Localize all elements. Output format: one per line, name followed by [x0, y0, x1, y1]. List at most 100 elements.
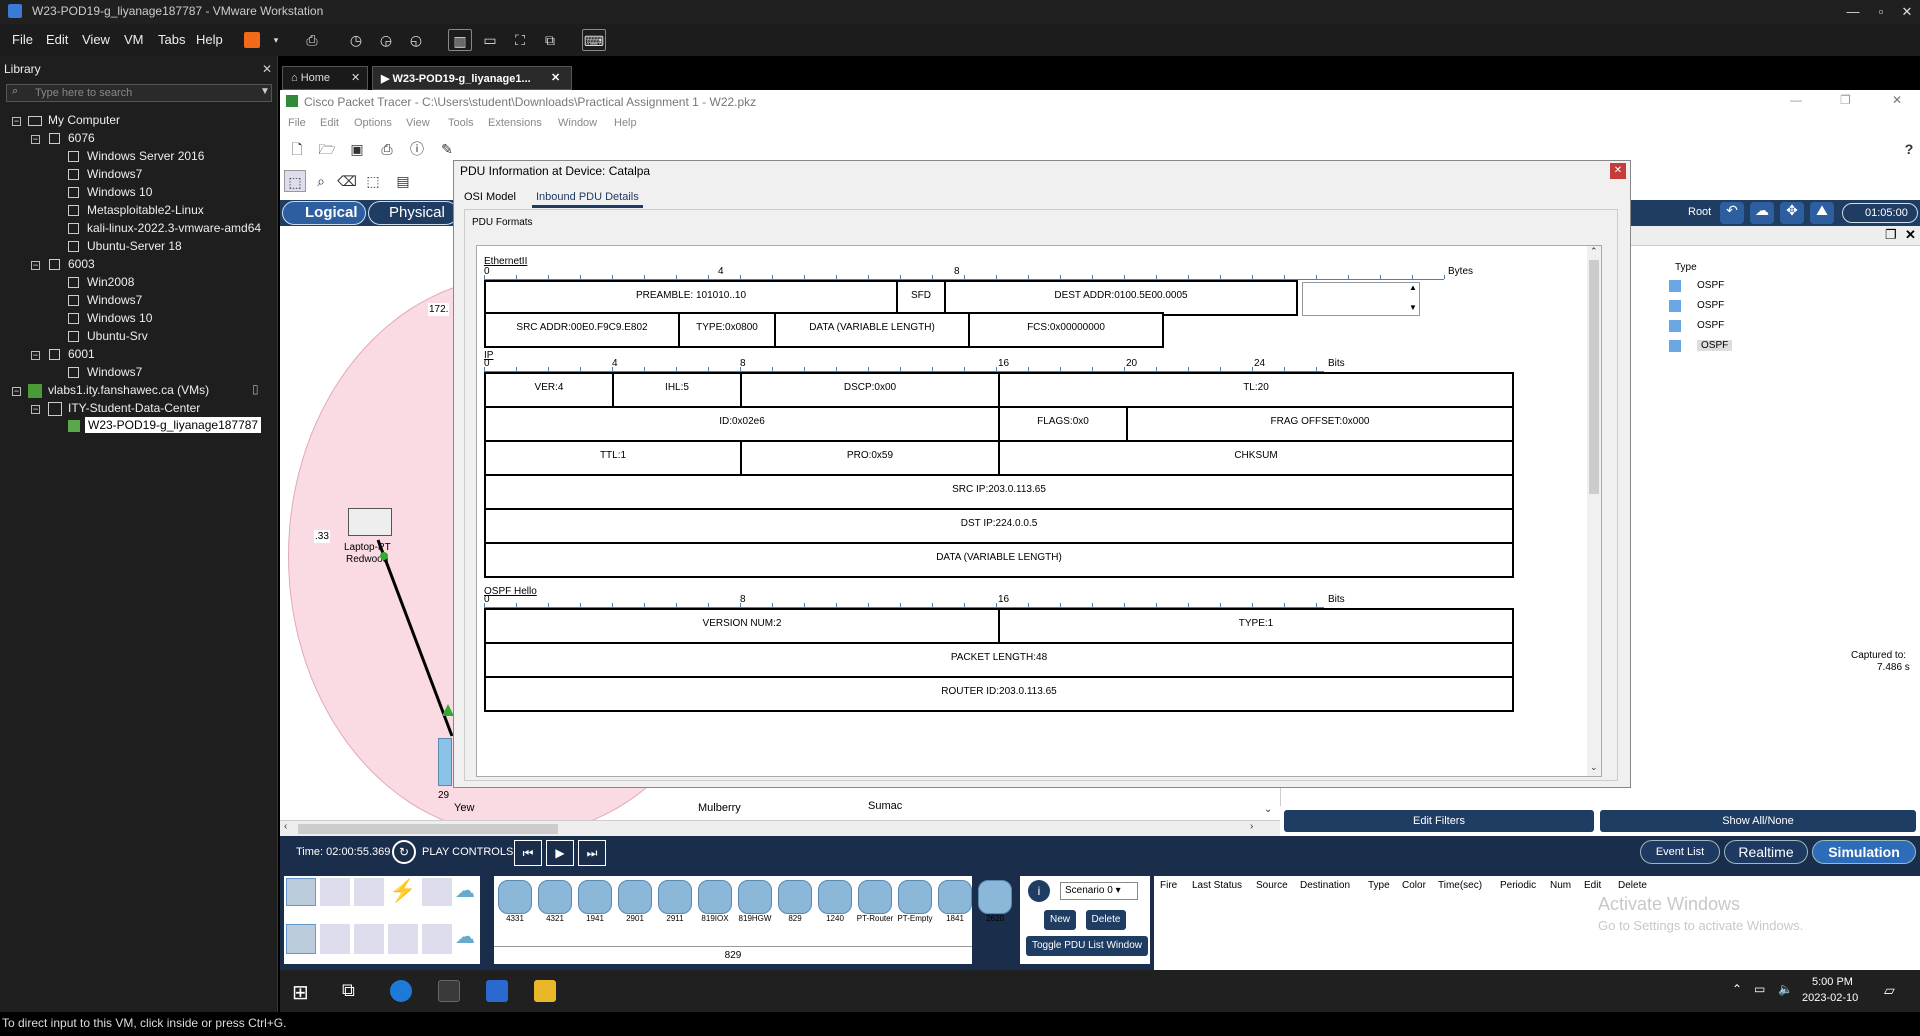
scroll-thumb[interactable]	[1589, 260, 1599, 494]
tree-vm[interactable]: Win2008	[87, 275, 134, 289]
show-library-icon[interactable]: ▥	[448, 29, 472, 51]
tray-time[interactable]: 5:00 PM	[1812, 976, 1853, 988]
collapse-toggle-icon[interactable]: −	[31, 261, 40, 270]
collapse-toggle-icon[interactable]: −	[31, 135, 40, 144]
collapse-toggle-icon[interactable]: −	[12, 387, 21, 396]
snapshot-icon[interactable]: ◷	[344, 29, 368, 51]
task-view-icon[interactable]: ⧉	[342, 980, 355, 1001]
pt-minimize-button[interactable]: —	[1790, 93, 1802, 107]
menu-vm[interactable]: VM	[124, 32, 144, 47]
unity-icon[interactable]: ⧉	[538, 29, 562, 51]
collapse-toggle-icon[interactable]: −	[31, 405, 40, 414]
edit-filters-button[interactable]: Edit Filters	[1284, 810, 1594, 832]
device-icon[interactable]	[578, 880, 612, 914]
start-icon[interactable]: ⊞	[292, 980, 309, 1005]
device-icon[interactable]	[538, 880, 572, 914]
dialog-close-button[interactable]: ✕	[1610, 163, 1626, 179]
resize-tool-icon[interactable]: ⬚	[362, 170, 384, 192]
pt-menu-view[interactable]: View	[406, 117, 430, 129]
pt-menu-tools[interactable]: Tools	[448, 117, 474, 129]
open-file-icon[interactable]: 🗁	[316, 138, 338, 160]
scroll-up-icon[interactable]: ⌃	[1590, 246, 1598, 257]
device-icon[interactable]	[498, 880, 532, 914]
menu-view[interactable]: View	[82, 32, 110, 47]
switch-icon[interactable]	[438, 738, 452, 786]
pt-menu-file[interactable]: File	[288, 117, 306, 129]
event-type-selected[interactable]: OSPF	[1697, 340, 1733, 351]
tree-vm[interactable]: Windows 10	[87, 185, 152, 199]
save-icon[interactable]: ▣	[346, 138, 368, 160]
logical-tab[interactable]: Logical	[282, 201, 366, 225]
help-icon[interactable]: ?	[1898, 138, 1920, 160]
close-tab-icon[interactable]: ✕	[551, 71, 560, 84]
close-sim-icon[interactable]: ✕	[1905, 227, 1916, 243]
search-dropdown-icon[interactable]: ▼	[260, 86, 270, 97]
tray-date[interactable]: 2023-02-10	[1802, 992, 1858, 1004]
tab-home[interactable]: ⌂ Home ✕	[282, 66, 368, 90]
physical-tab[interactable]: Physical	[368, 201, 458, 225]
switch-subtype-icon[interactable]	[320, 924, 350, 954]
show-all-button[interactable]: Show All/None	[1600, 810, 1916, 832]
print-icon[interactable]: ⎙	[376, 138, 398, 160]
back-icon[interactable]: ↶	[1720, 202, 1744, 224]
switches-category-icon[interactable]	[320, 878, 350, 906]
cloud-icon[interactable]: ☁	[1750, 202, 1774, 224]
collapse-toggle-icon[interactable]: −	[31, 351, 40, 360]
move-icon[interactable]: ✥	[1780, 202, 1804, 224]
tree-vm[interactable]: Ubuntu-Server 18	[87, 239, 182, 253]
simulation-button[interactable]: Simulation	[1812, 840, 1916, 864]
scroll-down-icon[interactable]: ▼	[1409, 303, 1417, 312]
scenario-info-icon[interactable]: i	[1028, 880, 1050, 902]
network-icon[interactable]: ▭	[1754, 982, 1765, 996]
tree-vm[interactable]: Windows7	[87, 293, 142, 307]
send-ctrl-alt-del-icon[interactable]: ⎙	[300, 29, 324, 51]
close-library-icon[interactable]: ✕	[262, 62, 272, 76]
tree-vm[interactable]: Windows Server 2016	[87, 149, 204, 163]
router-subtype-icon[interactable]	[286, 924, 316, 954]
notification-icon[interactable]: ▱	[1884, 982, 1895, 999]
snapshot-manager-icon[interactable]: ◵	[404, 29, 428, 51]
tray-chevron-icon[interactable]: ⌃	[1732, 982, 1742, 996]
wireless-subtype-icon[interactable]	[388, 924, 418, 954]
close-tab-icon[interactable]: ✕	[351, 71, 360, 84]
event-list-button[interactable]: Event List	[1640, 840, 1720, 864]
tree-folder-6001[interactable]: 6001	[68, 347, 95, 361]
console-view-icon[interactable]: ⌨	[582, 29, 606, 51]
field-scroll-box[interactable]: ▲ ▼	[1302, 282, 1420, 316]
tree-vm[interactable]: Windows7	[87, 365, 142, 379]
new-scenario-button[interactable]: New	[1044, 910, 1076, 930]
info-icon[interactable]: ⓘ	[406, 138, 428, 160]
device-icon[interactable]	[738, 880, 772, 914]
minimize-button[interactable]: —	[1840, 2, 1866, 22]
device-icon[interactable]	[858, 880, 892, 914]
step-forward-button[interactable]: ⏭	[578, 840, 606, 866]
file-explorer-icon[interactable]	[534, 980, 556, 1002]
menu-tabs[interactable]: Tabs	[158, 32, 185, 47]
scroll-left-icon[interactable]: ‹	[284, 821, 287, 832]
pt-menu-edit[interactable]: Edit	[320, 117, 339, 129]
delete-tool-icon[interactable]: ⌫	[336, 170, 358, 192]
full-screen-icon[interactable]: ⛶	[508, 29, 532, 51]
pt-menu-extensions[interactable]: Extensions	[488, 117, 542, 129]
new-file-icon[interactable]: 🗋	[286, 138, 308, 160]
device-icon[interactable]	[698, 880, 732, 914]
pt-close-button[interactable]: ✕	[1892, 93, 1902, 107]
tab-vm[interactable]: ▶ W23-POD19-g_liyanage1... ✕	[372, 66, 572, 90]
play-button[interactable]: ▶	[546, 840, 574, 866]
tree-vm[interactable]: Ubuntu-Srv	[87, 329, 148, 343]
maximize-button[interactable]: ▫	[1868, 2, 1894, 22]
delete-scenario-button[interactable]: Delete	[1086, 910, 1126, 930]
scenario-select[interactable]: Scenario 0 ▾	[1060, 882, 1138, 900]
tree-server[interactable]: vlabs1.ity.fanshawec.ca (VMs)	[48, 383, 209, 397]
scroll-up-icon[interactable]: ▲	[1409, 283, 1417, 292]
tree-my-computer[interactable]: My Computer	[48, 113, 120, 127]
device-icon[interactable]	[938, 880, 972, 914]
scroll-down-icon[interactable]: ⌄	[1264, 804, 1272, 815]
event-type[interactable]: OSPF	[1697, 320, 1724, 331]
clock-display[interactable]: 01:05:00	[1842, 203, 1918, 223]
step-back-button[interactable]: ⏮	[514, 840, 542, 866]
hubs-category-icon[interactable]	[354, 878, 384, 906]
pt-restore-button[interactable]: ❐	[1840, 93, 1851, 107]
menu-edit[interactable]: Edit	[46, 32, 68, 47]
routers-category-icon[interactable]	[286, 878, 316, 906]
